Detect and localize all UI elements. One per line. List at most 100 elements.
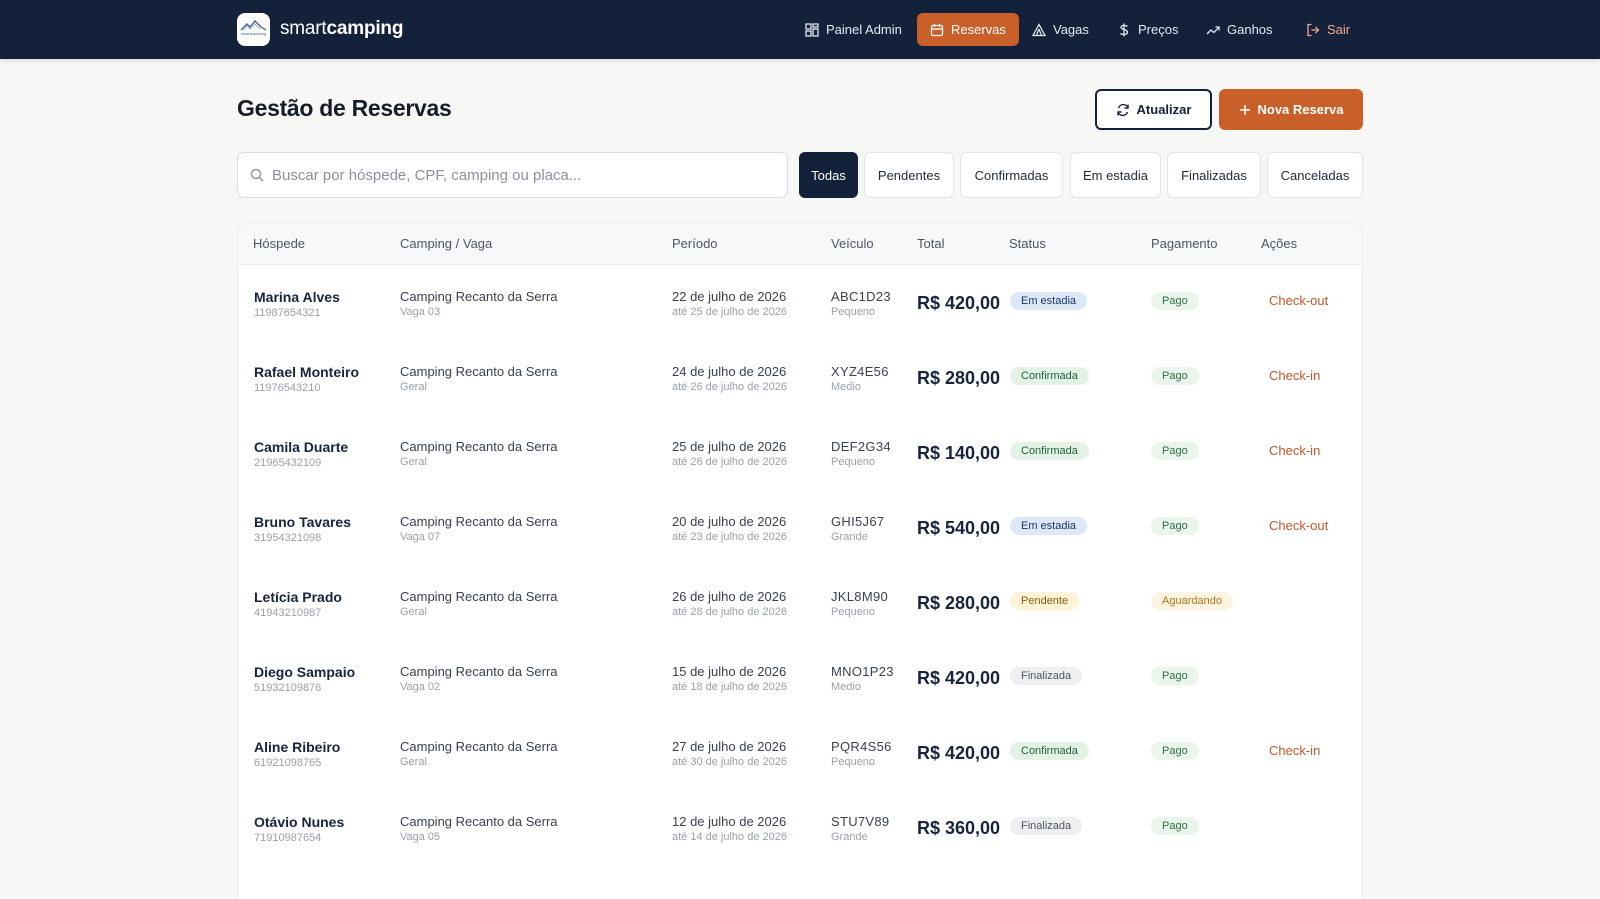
nav-vagas[interactable]: Vagas [1019,13,1102,46]
page-title: Gestão de Reservas [237,95,452,121]
filter-finalizadas[interactable]: Finalizadas [1167,152,1261,198]
vehicle-plate: ABC1D23 [831,289,891,304]
filter-label: Todas [811,167,846,183]
guest-name[interactable]: Bruno Tavares [254,514,351,530]
period-start: 24 de julho de 2026 [672,364,787,379]
vehicle-cell: MNO1P23 Medio [831,664,894,693]
payment-cell: Pago [1151,291,1199,310]
row-action-link[interactable]: Check-in [1269,743,1320,758]
guest-name[interactable]: Letícia Prado [254,589,342,605]
refresh-label: Atualizar [1136,102,1192,117]
camping-cell: Camping Recanto da Serra Geral [400,364,558,393]
table-row[interactable]: Bruno Tavares 31954321098 Camping Recanto … [238,502,1362,577]
vehicle-plate: MNO1P23 [831,664,894,679]
guest-name[interactable]: Otávio Nunes [254,814,344,830]
tent-icon [1032,22,1046,36]
period-start: 26 de julho de 2026 [672,589,787,604]
nav-ganhos[interactable]: Ganhos [1193,13,1286,46]
table-row[interactable]: Diego Sampaio 51932109876 Camping Recanto … [238,652,1362,727]
vehicle-size: Pequeno [831,456,876,468]
vehicle-size: Medio [831,681,861,693]
camping-name: Camping Recanto da Serra [400,289,558,304]
status-badge: Confirmada [1010,367,1089,385]
filter-canceladas[interactable]: Canceladas [1267,152,1363,198]
payment-badge: Aguardando [1151,592,1233,610]
total-amount: R$ 280,00 [917,593,1001,613]
status-badge: Em estadia [1010,292,1088,310]
total-amount: R$ 360,00 [917,818,1001,838]
camping-cell: Camping Recanto da Serra Geral [400,589,558,618]
guest-name[interactable]: Camila Duarte [254,439,348,455]
status-cell: Em estadia [1010,291,1088,310]
search-icon [250,168,264,182]
column-acoes: Ações [1261,236,1298,251]
table-row[interactable]: Otávio Nunes 71910987654 Camping Recanto d… [238,802,1362,877]
table-row[interactable]: Marina Alves 11987654321 Camping Recanto d… [238,277,1362,352]
svg-text:smartcamping: smartcamping [241,31,266,36]
logo-icon[interactable]: smartcamping [237,13,270,46]
column-hospede: Hóspede [253,236,306,251]
status-cell: Pendente [1010,591,1080,610]
filter-todas[interactable]: Todas [799,152,858,198]
logout-icon [1307,23,1320,36]
period-end: até 25 de julho de 2026 [672,306,787,318]
table-row[interactable]: Camila Duarte 21965432109 Camping Recanto … [238,427,1362,502]
nav-reservas[interactable]: Reservas [917,13,1019,46]
guest-name[interactable]: Rafael Monteiro [254,364,359,380]
filter-label: Canceladas [1280,167,1350,183]
camping-name: Camping Recanto da Serra [400,514,558,529]
guest-name[interactable]: Aline Ribeiro [254,739,340,755]
camping-cell: Camping Recanto da Serra Geral [400,439,558,468]
refresh-button[interactable]: Atualizar [1095,89,1212,130]
camping-name: Camping Recanto da Serra [400,439,558,454]
vaga-name: Vaga 02 [400,681,441,693]
status-cell: Em estadia [1010,516,1088,535]
payment-cell: Pago [1151,516,1199,535]
row-action-link[interactable]: Check-out [1269,518,1328,533]
guest-cell: Aline Ribeiro 61921098765 [254,739,340,769]
guest-name[interactable]: Marina Alves [254,289,340,305]
filter-pendentes[interactable]: Pendentes [864,152,954,198]
filter-confirmadas[interactable]: Confirmadas [960,152,1063,198]
search-box[interactable] [237,152,788,198]
total-amount: R$ 140,00 [917,443,1001,463]
dashboard-icon [805,22,819,37]
search-input[interactable] [272,166,772,184]
camping-cell: Camping Recanto da Serra Vaga 07 [400,514,558,543]
nav-precos[interactable]: Preços [1104,13,1191,46]
status-badge: Finalizada [1010,817,1083,835]
vehicle-plate: STU7V89 [831,814,890,829]
table-row[interactable]: Rafael Monteiro 11976543210 Camping Recant… [238,352,1362,427]
camping-name: Camping Recanto da Serra [400,364,558,379]
table-row[interactable]: Letícia Prado 41943210987 Camping Recanto … [238,577,1362,652]
calendar-icon [930,23,944,36]
vehicle-cell: ABC1D23 Pequeno [831,289,891,318]
guest-name[interactable]: Diego Sampaio [254,664,355,680]
brand-name: smartcamping [280,18,404,39]
vehicle-size: Pequeno [831,606,876,618]
column-total: Total [917,236,945,251]
nav-painel-admin[interactable]: Painel Admin [792,13,915,46]
new-reservation-button[interactable]: Nova Reserva [1219,89,1363,130]
table-header: Hóspede Camping / Vaga Período Veículo T… [238,223,1362,265]
period-start: 12 de julho de 2026 [672,814,787,829]
total-amount: R$ 540,00 [917,518,1001,538]
vehicle-cell: PQR4S56 Pequeno [831,739,892,768]
row-action-link[interactable]: Check-in [1269,443,1320,458]
period-cell: 12 de julho de 2026 até 14 de julho de 20… [672,814,787,843]
total-amount: R$ 280,00 [917,368,1001,388]
row-action-link[interactable]: Check-out [1269,293,1328,308]
column-periodo: Período [672,236,718,251]
column-status: Status [1009,236,1046,251]
vehicle-size: Pequeno [831,756,876,768]
filter-em-estadia[interactable]: Em estadia [1070,152,1161,198]
nav-label: Vagas [1053,22,1089,37]
row-action-link[interactable]: Check-in [1269,368,1320,383]
period-cell: 26 de julho de 2026 até 28 de julho de 20… [672,589,787,618]
camping-name: Camping Recanto da Serra [400,739,558,754]
table-row[interactable]: Aline Ribeiro 61921098765 Camping Recanto … [238,727,1362,802]
guest-cell: Otávio Nunes 71910987654 [254,814,344,844]
payment-badge: Pago [1151,667,1199,685]
nav-sair[interactable]: Sair [1293,13,1363,46]
nav-label: Ganhos [1227,22,1273,37]
